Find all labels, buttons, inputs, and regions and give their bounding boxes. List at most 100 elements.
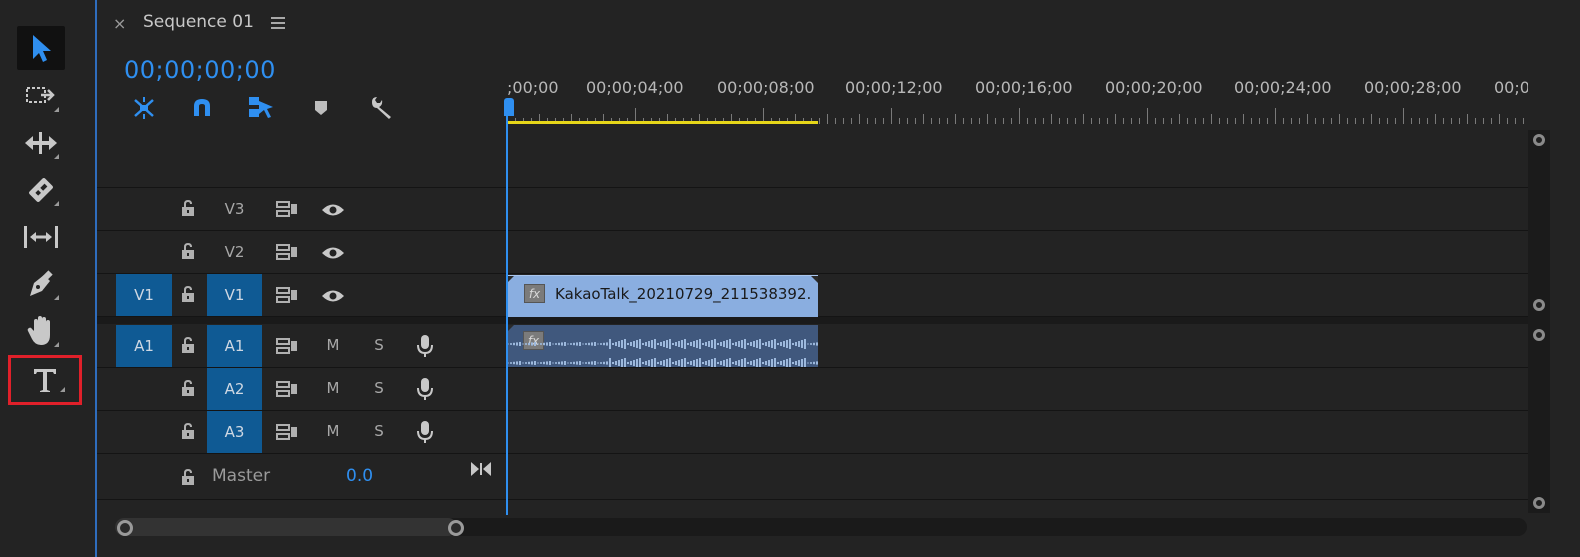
master-volume-value[interactable]: 0.0 [346,466,373,486]
track-name-v1[interactable]: V1 [207,274,262,316]
playhead-handle[interactable] [504,98,514,116]
microphone-icon[interactable] [417,420,433,444]
linked-selection-button[interactable] [244,94,278,122]
track-lane-a3[interactable] [506,411,1529,453]
video-scroll-bottom-handle[interactable] [1533,299,1545,311]
ripple-edit-tool-button[interactable] [17,121,65,165]
track-row-v2: V2 [97,231,1529,274]
pen-tool-button[interactable] [17,262,65,306]
add-marker-button[interactable] [304,94,338,122]
microphone-icon[interactable] [417,334,433,358]
audio-clip[interactable]: fx [507,325,818,367]
track-lane-a2[interactable] [506,368,1529,410]
track-header-a3: A3 M S [97,411,503,453]
playhead-timecode[interactable]: 00;00;00;00 [124,56,276,84]
track-header-v3: V3 [97,188,503,230]
unlock-icon[interactable] [180,468,196,486]
vertical-scrollbar[interactable] [1528,130,1550,513]
wrench-icon [372,97,391,119]
snap-button[interactable] [185,94,219,122]
source-patch-a1[interactable]: A1 [116,325,172,367]
linked-selection-icon [249,97,273,118]
zoom-right-handle[interactable] [448,520,464,536]
unlock-icon[interactable] [180,422,196,440]
track-name-a2[interactable]: A2 [207,368,262,410]
video-scroll-top-handle[interactable] [1533,134,1545,146]
close-tab-button[interactable]: × [113,14,126,33]
solo-button[interactable]: S [369,422,389,440]
ruler-label: 00;0( [1494,78,1528,97]
magnet-icon [194,99,210,116]
audio-waveform [507,339,818,367]
track-header-a1: A1 A1 M S [97,325,503,367]
sequence-tab-title[interactable]: Sequence 01 [143,12,254,32]
arrow-icon [33,35,51,62]
track-lane-v3[interactable] [506,188,1529,230]
fx-badge[interactable]: fx [524,284,545,303]
audio-scroll-top-handle[interactable] [1533,329,1545,341]
unlock-icon[interactable] [180,242,196,260]
unlock-icon[interactable] [180,379,196,397]
sync-lock-icon[interactable] [276,287,298,303]
sync-lock-icon[interactable] [276,201,298,217]
toggle-track-height-icon[interactable] [470,461,492,477]
source-patch-v1[interactable]: V1 [116,274,172,316]
pen-icon [30,270,53,296]
tools-panel [0,0,97,557]
horizontal-scroll-thumb[interactable] [115,518,457,536]
track-select-tool-button[interactable] [17,74,65,118]
nest-sequence-icon [134,97,154,119]
type-icon [34,369,56,392]
track-name-a3[interactable]: A3 [207,411,262,453]
sync-lock-icon[interactable] [276,244,298,260]
type-tool-button[interactable] [8,355,82,405]
ruler-label: 00;00;20;00 [1105,78,1203,97]
unlock-icon[interactable] [180,336,196,354]
track-row-v3: V3 [97,188,1529,231]
mute-button[interactable]: M [323,336,343,354]
track-select-icon [26,87,55,103]
master-track-label: Master [212,466,271,486]
time-ruler[interactable]: ;00;00 00;00;04;00 00;00;08;00 00;00;12;… [507,68,1528,124]
timeline-settings-button[interactable] [364,94,398,122]
slip-icon [24,226,58,248]
razor-icon [29,178,53,202]
eye-icon[interactable] [321,289,345,303]
video-clip[interactable]: fx KakaoTalk_20210729_211538392. [507,275,818,317]
eye-icon[interactable] [321,246,345,260]
track-name-v3[interactable]: V3 [207,188,262,230]
solo-button[interactable]: S [369,336,389,354]
panel-menu-icon[interactable] [271,17,285,29]
microphone-icon[interactable] [417,377,433,401]
video-clip-name: KakaoTalk_20210729_211538392. [555,285,812,303]
nest-toggle-button[interactable] [127,94,161,122]
mute-button[interactable]: M [323,422,343,440]
track-name-v2[interactable]: V2 [207,231,262,273]
unlock-icon[interactable] [180,285,196,303]
zoom-left-handle[interactable] [117,520,133,536]
slip-tool-button[interactable] [17,215,65,259]
audio-scroll-bottom-handle[interactable] [1533,497,1545,509]
solo-button[interactable]: S [369,379,389,397]
sync-lock-icon[interactable] [276,338,298,354]
sync-lock-icon[interactable] [276,424,298,440]
ruler-label: 00;00;12;00 [845,78,943,97]
sync-lock-icon[interactable] [276,381,298,397]
track-name-a1[interactable]: A1 [207,325,262,367]
ruler-label: 00;00;28;00 [1364,78,1462,97]
track-area-spacer [97,124,1528,188]
unlock-icon[interactable] [180,199,196,217]
hand-icon [27,316,50,345]
ripple-edit-icon [25,132,57,154]
selection-tool-button[interactable] [17,26,65,70]
razor-tool-button[interactable] [17,168,65,212]
hand-tool-button[interactable] [17,309,65,353]
mute-button[interactable]: M [323,379,343,397]
eye-icon[interactable] [321,203,345,217]
track-lane-v2[interactable] [506,231,1529,273]
playhead-line [506,116,508,515]
video-audio-divider[interactable] [97,317,1528,324]
track-row-a2: A2 M S [97,368,1529,411]
ruler-label: 00;00;08;00 [717,78,815,97]
ruler-label: 00;00;04;00 [586,78,684,97]
